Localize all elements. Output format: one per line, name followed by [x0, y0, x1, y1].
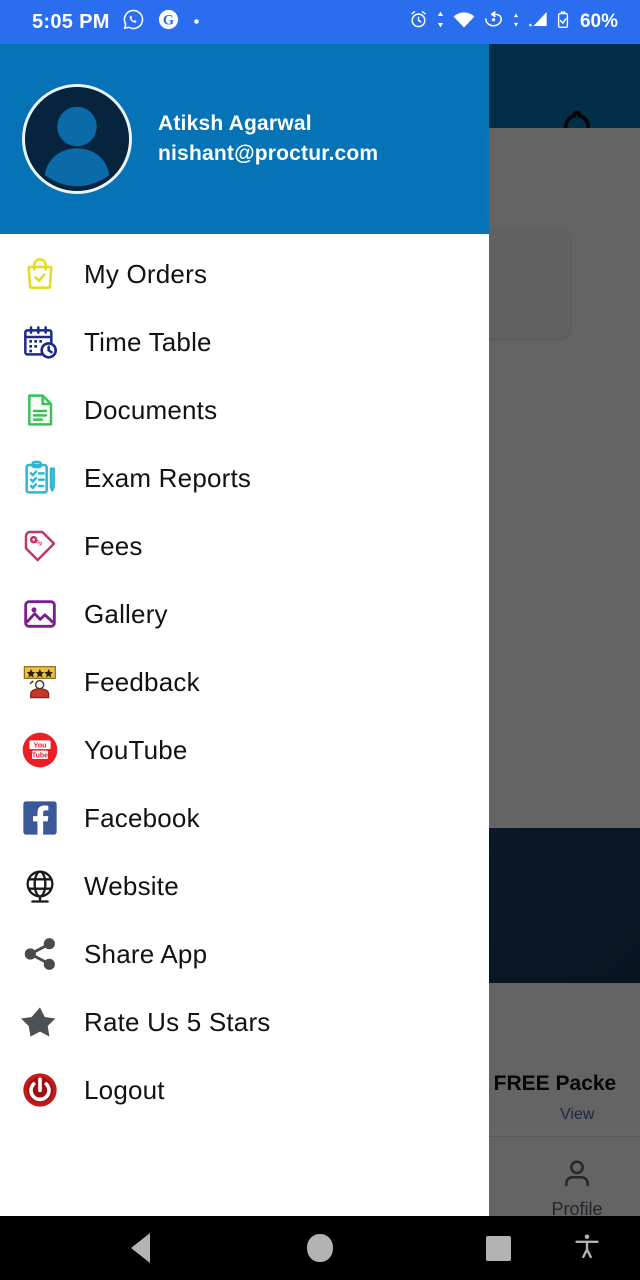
data-arrows-icon [511, 10, 521, 35]
menu-item-label: My Orders [84, 258, 208, 289]
profile-text-block: Atiksh Agarwal nishant@proctur.com [158, 109, 378, 170]
document-lines-icon [18, 388, 62, 432]
status-bar: 5:05 PM G 60% [0, 0, 640, 44]
menu-item-label: YouTube [84, 734, 188, 765]
menu-item-label: Share App [84, 938, 208, 969]
avatar[interactable] [22, 84, 132, 194]
menu-item-label: Time Table [84, 326, 212, 357]
recents-button[interactable] [458, 1216, 538, 1280]
menu-item-youtube[interactable]: You Tube YouTube [0, 716, 489, 784]
menu-item-label: Website [84, 870, 179, 901]
svg-text:G: G [163, 12, 174, 28]
price-tag-icon: $ [18, 524, 62, 568]
drawer-profile-header[interactable]: Atiksh Agarwal nishant@proctur.com [0, 44, 489, 234]
menu-item-label: Facebook [84, 802, 200, 833]
status-bar-right: 60% [408, 8, 640, 37]
menu-item-label: Gallery [84, 598, 168, 629]
share-nodes-icon [18, 932, 62, 976]
menu-item-my-orders[interactable]: My Orders [0, 240, 489, 308]
menu-item-documents[interactable]: Documents [0, 376, 489, 444]
status-bar-left: 5:05 PM G [0, 8, 201, 36]
menu-item-facebook[interactable]: Facebook [0, 784, 489, 852]
menu-item-label: Rate Us 5 Stars [84, 1006, 271, 1037]
back-button[interactable] [100, 1216, 180, 1280]
whatsapp-icon [122, 8, 145, 36]
image-photo-icon [18, 592, 62, 636]
circle-home-icon [307, 1234, 333, 1262]
shopping-bag-check-icon [18, 252, 62, 296]
calendar-clock-icon [18, 320, 62, 364]
menu-item-logout[interactable]: Logout [0, 1056, 489, 1124]
facebook-icon [18, 796, 62, 840]
menu-item-label: Fees [84, 530, 143, 561]
menu-item-website[interactable]: Website [0, 852, 489, 920]
menu-item-gallery[interactable]: Gallery [0, 580, 489, 648]
menu-item-label: Logout [84, 1074, 165, 1105]
android-navigation-bar [0, 1216, 640, 1280]
menu-item-fees[interactable]: $ Fees [0, 512, 489, 580]
menu-item-share-app[interactable]: Share App [0, 920, 489, 988]
menu-item-exam-reports[interactable]: Exam Reports [0, 444, 489, 512]
home-button[interactable] [280, 1216, 360, 1280]
status-bar-clock: 5:05 PM [32, 10, 110, 33]
wifi-icon [452, 8, 476, 37]
dot-indicator-icon [192, 13, 201, 31]
globe-icon [18, 864, 62, 908]
sync-arrows-icon [435, 9, 446, 35]
profile-email: nishant@proctur.com [158, 142, 379, 165]
accessibility-button[interactable] [552, 1216, 622, 1280]
svg-text:You: You [33, 741, 46, 750]
navigation-drawer: Atiksh Agarwal nishant@proctur.com My Or… [0, 44, 489, 1216]
profile-name: Atiksh Agarwal [158, 111, 312, 135]
drawer-menu-list: My Orders Time Table Documents Exam Repo… [0, 234, 489, 1124]
svg-text:$: $ [34, 537, 45, 548]
clipboard-pen-icon [18, 456, 62, 500]
svg-text:Tube: Tube [32, 752, 48, 759]
menu-item-label: Feedback [84, 666, 200, 697]
menu-item-time-table[interactable]: Time Table [0, 308, 489, 376]
youtube-icon: You Tube [18, 728, 62, 772]
battery-percentage: 60% [579, 11, 618, 32]
menu-item-label: Exam Reports [84, 462, 252, 493]
star-icon [18, 1000, 62, 1044]
power-off-icon [18, 1068, 62, 1112]
menu-item-label: Documents [84, 394, 218, 425]
square-recents-icon [485, 1235, 511, 1261]
google-icon: G [157, 8, 180, 36]
battery-icon [556, 9, 570, 36]
signal-icon [527, 8, 550, 36]
star-rating-person-icon [18, 660, 62, 704]
menu-item-rate-us[interactable]: Rate Us 5 Stars [0, 988, 489, 1056]
alarm-icon [408, 9, 429, 35]
hotspot-icon [482, 8, 505, 36]
menu-item-feedback[interactable]: Feedback [0, 648, 489, 716]
accessibility-person-icon [572, 1231, 602, 1266]
triangle-back-icon [130, 1233, 150, 1263]
